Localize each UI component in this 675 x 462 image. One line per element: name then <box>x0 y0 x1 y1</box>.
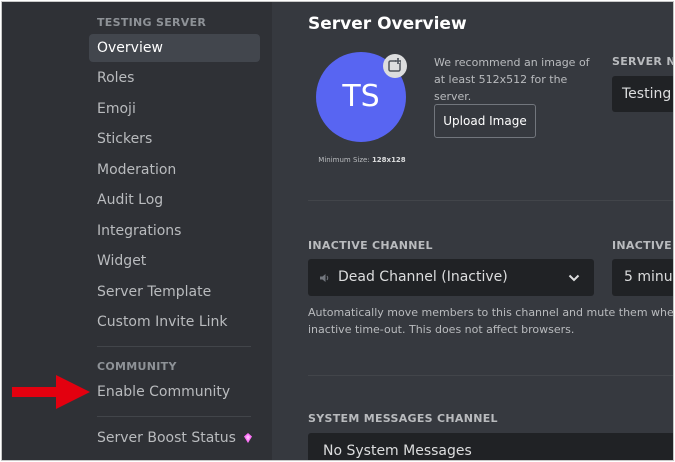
red-arrow-icon <box>12 375 90 409</box>
sidebar-item-server-template[interactable]: Server Template <box>89 278 260 306</box>
server-name-label: SERVER NAME <box>612 55 673 68</box>
section-divider <box>308 200 673 201</box>
boost-gem-icon <box>244 433 252 443</box>
image-recommendation-text: We recommend an image of at least 512x51… <box>434 56 590 103</box>
sidebar-item-stickers[interactable]: Stickers <box>89 125 260 153</box>
main-content: Server Overview TS Minimum Size: 128x128… <box>272 2 674 460</box>
community-heading: COMMUNITY <box>97 360 177 373</box>
inactive-channel-value: Dead Channel (Inactive) <box>338 269 508 285</box>
speaker-icon <box>320 274 329 282</box>
sidebar-item-enable-community[interactable]: Enable Community <box>89 378 260 406</box>
server-name-input[interactable]: Testing Server <box>612 76 673 112</box>
inactive-help-text: Automatically move members to this chann… <box>308 306 674 336</box>
chevron-down-icon <box>568 274 580 282</box>
sidebar-item-server-boost-status[interactable]: Server Boost Status <box>89 424 260 452</box>
sidebar-item-overview[interactable]: Overview <box>89 34 260 62</box>
sidebar-item-custom-invite-link[interactable]: Custom Invite Link <box>89 308 260 336</box>
app-window: TESTING SERVER Overview Roles Emoji Stic… <box>1 1 674 461</box>
image-add-icon[interactable] <box>383 54 407 78</box>
system-messages-select[interactable]: No System Messages <box>308 433 673 460</box>
sidebar-item-audit-log[interactable]: Audit Log <box>89 186 260 214</box>
sidebar-divider <box>97 416 251 417</box>
sidebar-item-roles[interactable]: Roles <box>89 64 260 92</box>
inactive-timeout-label: INACTIVE TIMEOUT <box>612 239 673 252</box>
upload-image-button[interactable]: Upload Image <box>434 104 536 138</box>
sidebar-item-label: Server Boost Status <box>97 430 236 446</box>
system-messages-label: SYSTEM MESSAGES CHANNEL <box>308 412 498 425</box>
inactive-channel-label: INACTIVE CHANNEL <box>308 239 433 252</box>
server-heading: TESTING SERVER <box>97 16 207 29</box>
page-title: Server Overview <box>308 14 467 34</box>
minimum-size-note: Minimum Size: 128x128 <box>318 156 406 164</box>
sidebar-item-integrations[interactable]: Integrations <box>89 217 260 245</box>
sidebar-item-emoji[interactable]: Emoji <box>89 95 260 123</box>
sidebar-item-moderation[interactable]: Moderation <box>89 156 260 184</box>
sidebar-divider <box>97 346 251 347</box>
section-divider <box>308 375 673 376</box>
inactive-channel-select[interactable]: Dead Channel (Inactive) <box>308 259 594 296</box>
sidebar-item-widget[interactable]: Widget <box>89 247 260 275</box>
inactive-timeout-select[interactable]: 5 minutes <box>612 259 673 296</box>
